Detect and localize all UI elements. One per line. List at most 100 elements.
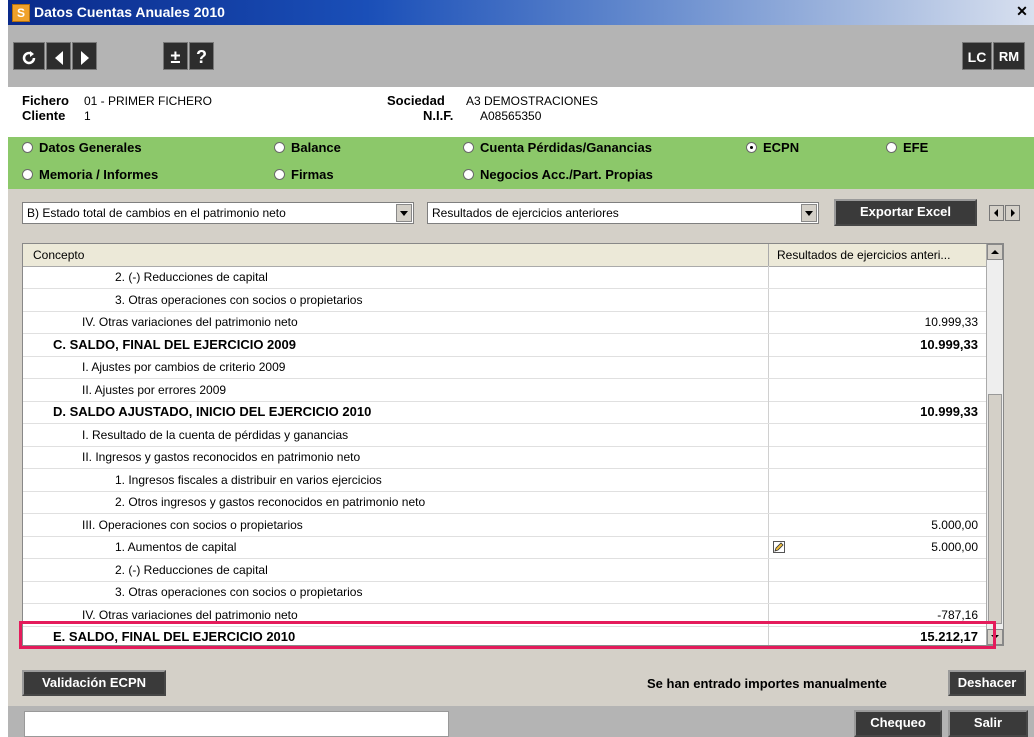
close-button[interactable]: ✕ [1014, 3, 1030, 19]
radio-negocios[interactable]: Negocios Acc./Part. Propias [463, 167, 653, 182]
radio-label: Negocios Acc./Part. Propias [480, 167, 653, 182]
arrow-left-icon [994, 209, 998, 217]
chevron-down-icon[interactable] [801, 204, 817, 222]
value-cell[interactable] [768, 491, 988, 513]
radio-label: EFE [903, 140, 929, 155]
table-row[interactable]: I. Resultado de la cuenta de pérdidas y … [23, 423, 989, 447]
validate-ecpn-button[interactable]: Validación ECPN [22, 670, 166, 696]
value-cell[interactable] [768, 558, 988, 581]
status-field [24, 711, 449, 737]
value-cell[interactable]: 10.999,33 [768, 311, 988, 333]
value-text: 5.000,00 [931, 517, 978, 532]
table-row[interactable]: III. Operaciones con socios o propietari… [23, 513, 989, 537]
previous-button[interactable] [46, 42, 71, 70]
refresh-button[interactable] [13, 42, 45, 70]
rm-button[interactable]: RM [993, 42, 1025, 70]
cliente-label: Cliente [22, 108, 66, 123]
value-cell[interactable] [768, 581, 988, 603]
radio-dot [463, 142, 474, 153]
concept-cell: 1. Ingresos fiscales a distribuir en var… [115, 472, 382, 487]
radio-dot [274, 142, 285, 153]
concept-cell: 1. Aumentos de capital [115, 540, 237, 554]
nif-value: A08565350 [480, 109, 542, 123]
lc-button[interactable]: LC [962, 42, 992, 70]
table-row[interactable]: C. SALDO, FINAL DEL EJERCICIO 2009 10.999… [23, 333, 989, 357]
statement-select[interactable]: B) Estado total de cambios en el patrimo… [22, 202, 414, 224]
value-cell[interactable] [768, 288, 988, 311]
undo-button[interactable]: Deshacer [948, 670, 1026, 696]
radio-firmas[interactable]: Firmas [274, 167, 334, 182]
value-cell[interactable] [768, 266, 988, 288]
value-cell[interactable] [768, 378, 988, 401]
arrow-left-icon [54, 51, 63, 66]
table-row[interactable]: II. Ajustes por errores 2009 [23, 378, 989, 402]
plus-minus-button[interactable]: ± [163, 42, 188, 70]
app-icon: S [12, 4, 30, 22]
value-cell[interactable] [768, 356, 988, 378]
next-button[interactable] [72, 42, 97, 70]
radio-dot [886, 142, 897, 153]
radio-label: Memoria / Informes [39, 167, 159, 182]
value-cell[interactable]: 10.999,33 [768, 333, 988, 356]
table-row[interactable]: 2. Otros ingresos y gastos reconocidos e… [23, 491, 989, 514]
toolbar [8, 25, 1034, 88]
arrow-right-icon [80, 51, 89, 66]
radio-datos-generales[interactable]: Datos Generales [22, 140, 142, 155]
radio-ecpn[interactable]: ECPN [746, 140, 799, 155]
radio-label: Cuenta Pérdidas/Ganancias [480, 140, 652, 155]
table-row[interactable]: 1. Aumentos de capital 5.000,00 [23, 536, 989, 559]
radio-memoria[interactable]: Memoria / Informes [22, 167, 158, 182]
value-cell[interactable] [768, 423, 988, 446]
scrollbar-thumb[interactable] [988, 394, 1002, 624]
radio-efe[interactable]: EFE [886, 140, 928, 155]
value-text: -787,16 [937, 607, 978, 622]
export-excel-button[interactable]: Exportar Excel [834, 199, 977, 226]
concept-cell: 2. Otros ingresos y gastos reconocidos e… [115, 495, 426, 509]
concept-cell: 2. (-) Reducciones de capital [115, 270, 268, 284]
scroll-right-button[interactable] [1005, 205, 1020, 221]
header-concepto[interactable]: Concepto [33, 244, 84, 266]
chequeo-button[interactable]: Chequeo [854, 710, 942, 737]
radio-dot [22, 142, 33, 153]
table-row[interactable]: D. SALDO AJUSTADO, INICIO DEL EJERCICIO … [23, 401, 989, 424]
edit-pencil-icon [773, 541, 785, 553]
concept-cell: II. Ajustes por errores 2009 [82, 382, 227, 397]
data-grid: Concepto Resultados de ejercicios anteri… [22, 243, 1004, 646]
concept-cell: 3. Otras operaciones con socios o propie… [115, 292, 363, 307]
sociedad-label: Sociedad [387, 93, 445, 108]
table-row[interactable]: IV. Otras variaciones del patrimonio net… [23, 311, 989, 334]
table-row[interactable]: 3. Otras operaciones con socios o propie… [23, 581, 989, 604]
table-row[interactable]: I. Ajustes por cambios de criterio 2009 [23, 356, 989, 379]
value-cell[interactable] [768, 468, 988, 491]
value-text: 10.999,33 [920, 404, 978, 419]
table-row[interactable]: 1. Ingresos fiscales a distribuir en var… [23, 468, 989, 492]
radio-dot [274, 169, 285, 180]
help-button[interactable]: ? [189, 42, 214, 70]
column-select-value: Resultados de ejercicios anteriores [432, 206, 619, 220]
concept-cell: C. SALDO, FINAL DEL EJERCICIO 2009 [53, 336, 296, 352]
header-value[interactable]: Resultados de ejercicios anteri... [768, 244, 988, 266]
table-row[interactable]: 2. (-) Reducciones de capital [23, 558, 989, 582]
vertical-scrollbar[interactable] [986, 244, 1003, 645]
window-title: Datos Cuentas Anuales 2010 [34, 4, 225, 20]
value-cell[interactable]: 10.999,33 [768, 401, 988, 423]
cliente-value: 1 [84, 109, 91, 123]
manual-entry-message: Se han entrado importes manualmente [647, 676, 887, 691]
sociedad-value: A3 DEMOSTRACIONES [466, 94, 599, 108]
scroll-up-button[interactable] [987, 244, 1003, 260]
column-select[interactable]: Resultados de ejercicios anteriores [427, 202, 819, 224]
radio-balance[interactable]: Balance [274, 140, 341, 155]
radio-label: ECPN [763, 140, 800, 155]
table-row[interactable]: 3. Otras operaciones con socios o propie… [23, 288, 989, 312]
table-row[interactable]: II. Ingresos y gastos reconocidos en pat… [23, 446, 989, 469]
concept-cell: IV. Otras variaciones del patrimonio net… [82, 315, 298, 329]
value-cell[interactable]: 5.000,00 [768, 536, 988, 558]
value-cell[interactable]: 5.000,00 [768, 513, 988, 536]
table-row[interactable]: 2. (-) Reducciones de capital [23, 266, 989, 289]
exit-button[interactable]: Salir [948, 710, 1028, 737]
arrow-right-icon [1011, 209, 1015, 217]
chevron-down-icon[interactable] [396, 204, 412, 222]
radio-cuenta-pyg[interactable]: Cuenta Pérdidas/Ganancias [463, 140, 652, 155]
scroll-left-button[interactable] [989, 205, 1004, 221]
value-cell[interactable] [768, 446, 988, 468]
